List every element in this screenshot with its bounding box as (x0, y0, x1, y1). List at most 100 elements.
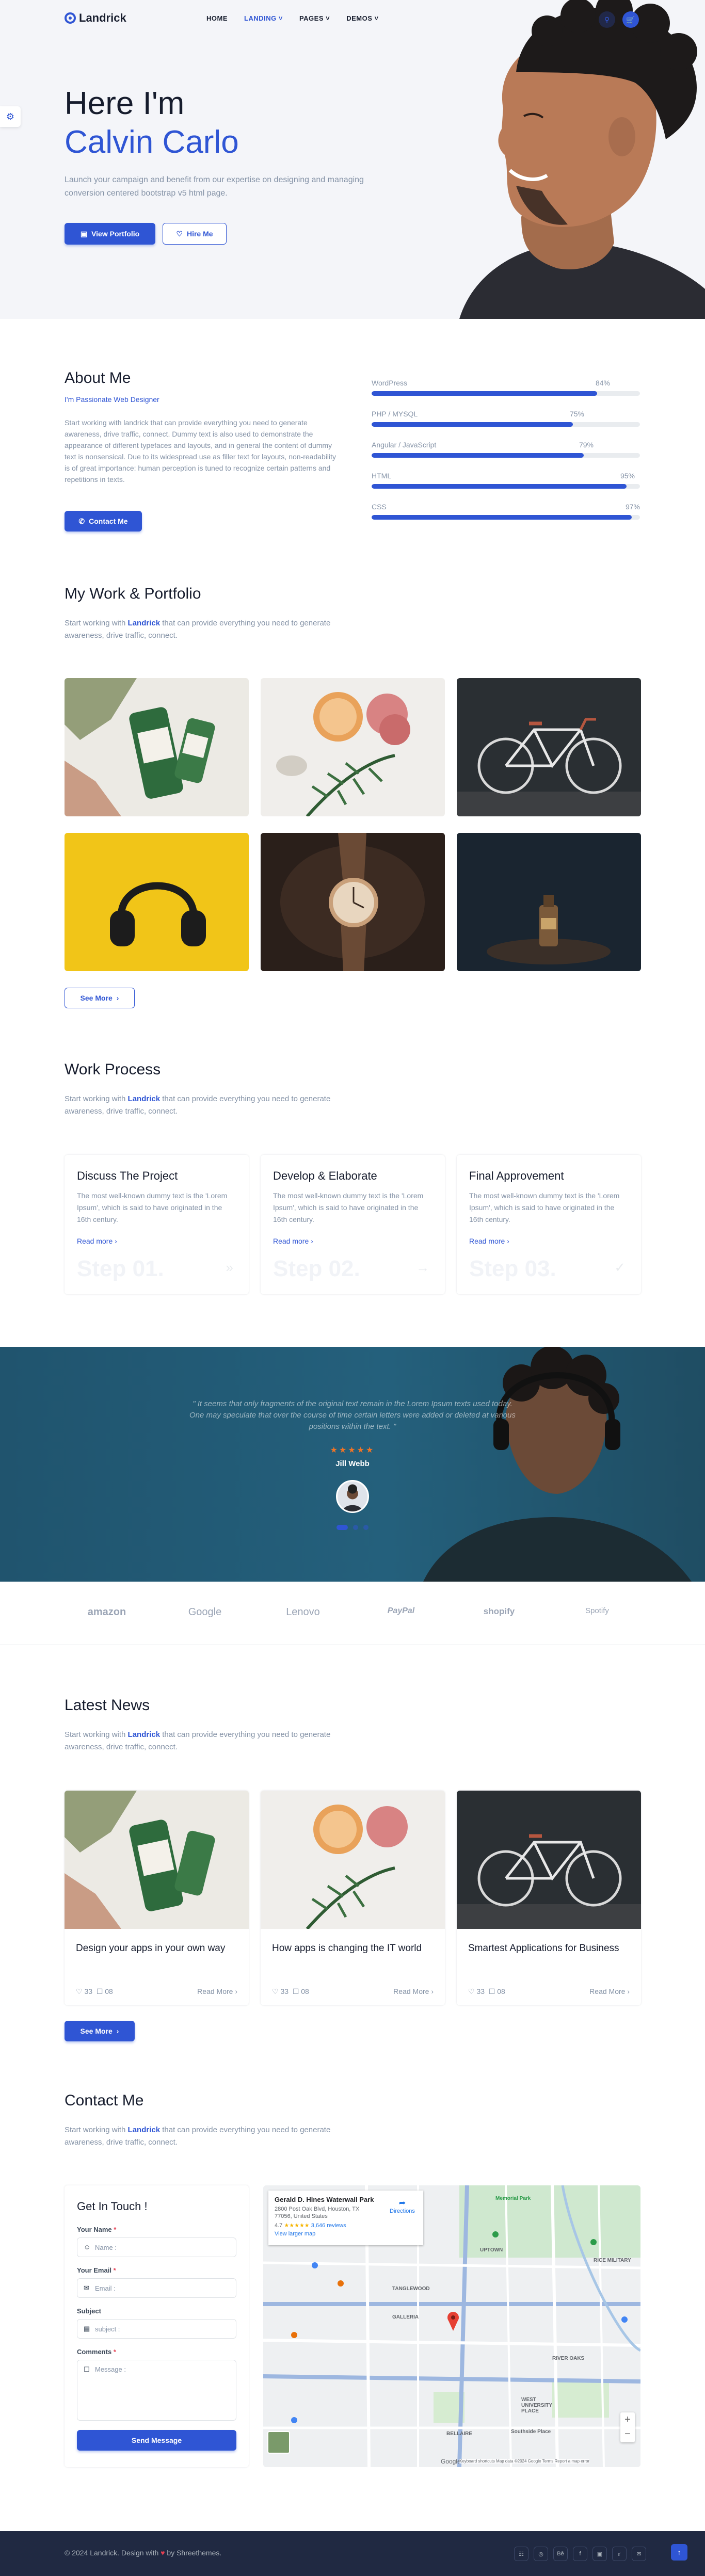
logo[interactable]: Landrick (65, 11, 126, 25)
news-see-more-button[interactable]: See More › (65, 2021, 135, 2041)
chevron-right-icon: › (627, 1987, 630, 1995)
name-field[interactable]: ☺ Name : (77, 2237, 236, 2257)
portfolio-image-products[interactable] (261, 678, 445, 816)
see-more-label: See More (80, 994, 113, 1002)
portfolio-image-bottles[interactable] (65, 678, 249, 816)
nav-action-icons: ⚲ 🛒 (599, 11, 639, 28)
comment-icon: ☐ (292, 1987, 299, 1995)
hire-me-label: Hire Me (186, 230, 213, 238)
skill-value: 79% (579, 441, 594, 449)
view-portfolio-label: View Portfolio (91, 230, 140, 238)
subject-field[interactable]: ▤ subject : (77, 2319, 236, 2339)
hire-me-button[interactable]: ♡ Hire Me (163, 223, 227, 245)
mail-icon: ✉ (84, 2284, 89, 2292)
comments-textarea[interactable]: ☐ Message : (77, 2360, 236, 2421)
dribbble-icon[interactable]: ◎ (534, 2547, 548, 2561)
read-more-link[interactable]: Read more › (273, 1237, 432, 1245)
read-more-link[interactable]: Read more › (469, 1237, 629, 1245)
message-icon: ☐ (84, 2365, 90, 2373)
read-more-link[interactable]: Read More › (197, 1987, 237, 1996)
chevron-right-icon: › (431, 1987, 434, 1995)
portfolio-image-bottle-dark[interactable] (457, 833, 641, 971)
contact-me-label: Contact Me (89, 517, 128, 525)
portfolio-image-watch[interactable] (261, 833, 445, 971)
directions-button[interactable]: ➦ Directions (390, 2198, 415, 2214)
news-subtitle: Start working with Landrick that can pro… (65, 1730, 331, 1751)
arrow-right-icon: » (226, 1260, 233, 1275)
chevron-down-icon: ˅ (278, 14, 283, 22)
skill-name: HTML (372, 472, 392, 480)
skill-name: PHP / MYSQL (372, 410, 418, 418)
gear-icon[interactable]: ⚙ (0, 106, 21, 127)
search-icon[interactable]: ⚲ (599, 11, 615, 28)
send-message-button[interactable]: Send Message (77, 2430, 236, 2451)
map-embed[interactable]: Gerald D. Hines Waterwall Park 2800 Post… (263, 2185, 640, 2467)
chevron-right-icon: › (115, 1237, 117, 1245)
read-more-link[interactable]: Read more › (77, 1237, 236, 1245)
map-rating: 4.7 (275, 2223, 283, 2229)
process-card-3: Final Approvement The most well-known du… (457, 1155, 641, 1294)
client-logo-paypal: PayPal (387, 1606, 415, 1615)
zoom-out-icon[interactable]: − (620, 2427, 635, 2441)
news-card-1[interactable]: Design your apps in your own way ♡ 33 ☐ … (65, 1791, 249, 2005)
read-more-link[interactable]: Read More › (393, 1987, 434, 1996)
carousel-dot[interactable] (363, 1525, 369, 1530)
rating-stars-icon: ★★★★★ (284, 2223, 310, 2229)
skill-bar (372, 484, 640, 489)
menu-item-home[interactable]: HOME (206, 14, 228, 22)
view-portfolio-button[interactable]: ▣ View Portfolio (65, 223, 155, 245)
portfolio-see-more-button[interactable]: See More › (65, 988, 135, 1008)
menu-item-demos[interactable]: DEMOS ˅ (346, 14, 378, 22)
carousel-dot[interactable] (336, 1525, 348, 1530)
carousel-dot[interactable] (353, 1525, 358, 1530)
portfolio-image-bicycle[interactable] (457, 678, 641, 816)
process-card-title: Discuss The Project (77, 1169, 178, 1182)
rating-stars-icon: ★★★★★ (330, 1446, 375, 1455)
heart-icon: ♡ (272, 1987, 279, 1995)
map-label: RICE MILITARY (594, 2258, 631, 2263)
instagram-icon[interactable]: ▣ (592, 2547, 607, 2561)
map-zoom-controls: + − (620, 2412, 635, 2442)
twitter-icon[interactable]: 𝕣 (612, 2547, 627, 2561)
skill-php: PHP / MYSQL 75% (372, 410, 640, 427)
skill-value: 97% (625, 503, 640, 511)
menu-item-landing[interactable]: LANDING ˅ (244, 14, 283, 22)
facebook-icon[interactable]: f (573, 2547, 587, 2561)
arrow-right-icon: → (416, 1260, 429, 1275)
behance-icon[interactable]: Bē (553, 2547, 568, 2561)
testimonial-quote: " It seems that only fragments of the or… (189, 1399, 516, 1431)
chevron-right-icon: › (235, 1987, 237, 1995)
back-to-top-button[interactable]: ↑ (671, 2544, 687, 2561)
read-more-link[interactable]: Read More › (589, 1987, 630, 1996)
view-larger-map-link[interactable]: View larger map (275, 2231, 417, 2237)
cart-icon[interactable]: 🛒 (622, 11, 639, 28)
skill-bar-fill (372, 391, 597, 396)
client-logo-spotify: Spotify (585, 1606, 609, 1615)
skill-bar (372, 422, 640, 427)
contact-me-button[interactable]: ✆ Contact Me (65, 511, 142, 532)
mail-icon[interactable]: ✉ (632, 2547, 646, 2561)
process-card-text: The most well-known dummy text is the 'L… (273, 1192, 424, 1223)
client-logo-lenovo: Lenovo (286, 1606, 320, 1618)
chevron-right-icon: › (116, 994, 119, 1002)
menu-item-pages[interactable]: PAGES ˅ (299, 14, 330, 22)
testimonial-section: " It seems that only fragments of the or… (0, 1347, 705, 1582)
chevron-right-icon: › (116, 2027, 119, 2035)
skill-name: Angular / JavaScript (372, 441, 437, 449)
step-number: Step 02. (273, 1256, 360, 1281)
map-label: UPTOWN (480, 2247, 503, 2253)
zoom-in-icon[interactable]: + (620, 2412, 635, 2427)
comments-label: Comments * (77, 2348, 116, 2356)
map-label: RIVER OAKS (552, 2356, 585, 2361)
skill-html: HTML 95% (372, 472, 640, 489)
news-card-2[interactable]: How apps is changing the IT world ♡ 33 ☐… (261, 1791, 445, 2005)
news-card-3[interactable]: Smartest Applications for Business ♡ 33 … (457, 1791, 641, 2005)
about-title: About Me (65, 369, 131, 387)
chevron-right-icon: › (507, 1237, 509, 1245)
shopping-cart-icon[interactable]: ☷ (514, 2547, 528, 2561)
arrow-up-icon: ↑ (677, 2548, 681, 2556)
email-field[interactable]: ✉ Email : (77, 2278, 236, 2298)
process-card-text: The most well-known dummy text is the 'L… (469, 1192, 620, 1223)
map-layer-toggle[interactable] (267, 2431, 290, 2454)
portfolio-image-headphones[interactable] (65, 833, 249, 971)
